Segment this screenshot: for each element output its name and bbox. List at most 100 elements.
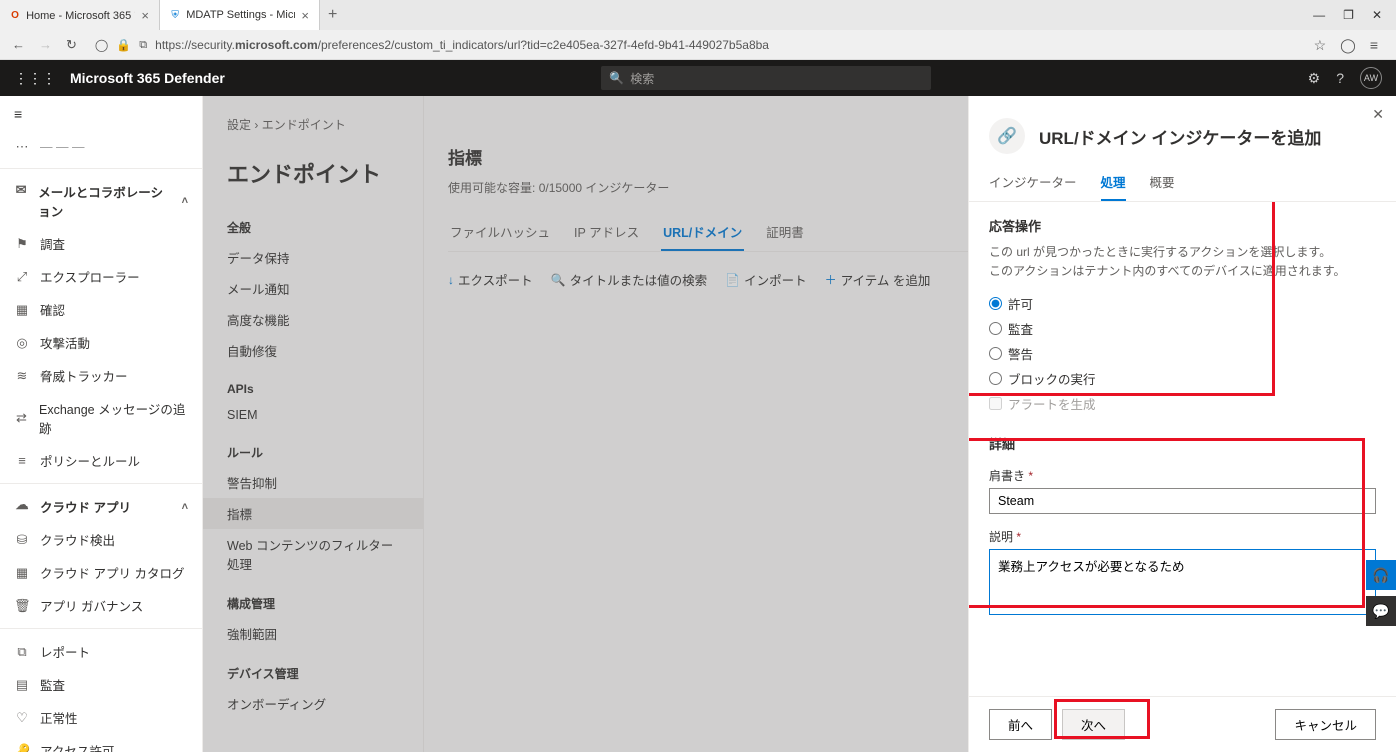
forward-icon[interactable]: → xyxy=(39,37,52,53)
nav-icon: ⛁ xyxy=(14,532,30,548)
close-icon[interactable]: × xyxy=(301,8,309,23)
flyout-tab-summary[interactable]: 概要 xyxy=(1150,164,1175,201)
new-tab-button[interactable]: + xyxy=(320,6,345,24)
flyout-tab-indicator[interactable]: インジケーター xyxy=(989,164,1077,201)
search-placeholder: 検索 xyxy=(630,70,654,87)
sidebar-item[interactable]: ▦確認 xyxy=(0,293,202,326)
window-controls: — ❐ ✕ xyxy=(1313,8,1396,22)
title-input[interactable] xyxy=(989,488,1376,514)
sidebar-section-email[interactable]: ✉メールとコラボレーション ˄ xyxy=(0,175,202,227)
nav-icon: ⤢ xyxy=(14,269,30,285)
cancel-button[interactable]: キャンセル xyxy=(1275,709,1376,740)
label-title-field: 肩書き * xyxy=(989,467,1376,484)
nav-icon: ♡ xyxy=(14,710,30,726)
nav-icon: ⇄ xyxy=(14,410,29,426)
sidebar-item[interactable]: 🔑アクセス許可 xyxy=(0,734,202,752)
maximize-icon[interactable]: ❐ xyxy=(1343,8,1354,22)
sidebar-item[interactable]: ▦クラウド アプリ カタログ xyxy=(0,556,202,589)
minimize-icon[interactable]: — xyxy=(1313,8,1325,22)
sidebar-item[interactable]: ♡正常性 xyxy=(0,701,202,734)
help-icon[interactable]: ? xyxy=(1336,70,1344,86)
sidebar-item[interactable]: ▤監査 xyxy=(0,668,202,701)
link-icon: 🔗 xyxy=(989,118,1025,154)
tab-title: Home - Microsoft 365 管理セン xyxy=(26,7,135,23)
nav-icon: ≡ xyxy=(14,453,30,468)
mail-icon: ✉ xyxy=(14,182,28,220)
feedback-widget-icon[interactable]: 💬 xyxy=(1366,596,1396,626)
sidebar: ≡ ⋯— — — ✉メールとコラボレーション ˄ ⚑調査⤢エクスプローラー▦確認… xyxy=(0,96,203,752)
menu-icon[interactable]: ≡ xyxy=(1370,37,1378,54)
sidebar-section-cloud[interactable]: ☁クラウド アプリ ˄ xyxy=(0,490,202,523)
side-widgets: 🎧 💬 xyxy=(1366,560,1396,632)
response-action-desc: この url が見つかったときに実行するアクションを選択します。 このアクション… xyxy=(989,243,1376,281)
sidebar-item[interactable]: ≡ポリシーとルール xyxy=(0,444,202,477)
avatar[interactable]: AW xyxy=(1360,67,1382,89)
radio-block[interactable]: ブロックの実行 xyxy=(989,366,1376,391)
address-bar: ← → ↻ ◯ 🔒 ⧉ https://security.microsoft.c… xyxy=(0,30,1396,60)
nav-icon: ≋ xyxy=(14,368,30,384)
nav-icon: 🗑 xyxy=(14,598,30,614)
radio-audit[interactable]: 監査 xyxy=(989,316,1376,341)
radio-allow[interactable]: 許可 xyxy=(989,291,1376,316)
sidebar-item[interactable]: ⤢エクスプローラー xyxy=(0,260,202,293)
chevron-up-icon: ˄ xyxy=(182,501,188,513)
nav-icon: ⚑ xyxy=(14,236,30,252)
nav-icon: ◎ xyxy=(14,335,30,351)
close-flyout-icon[interactable]: ✕ xyxy=(1372,106,1384,123)
cloud-icon: ☁ xyxy=(14,497,30,516)
add-indicator-flyout: ✕ 🔗 URL/ドメイン インジケーターを追加 インジケーター 処理 概要 応答… xyxy=(968,96,1396,752)
flyout-body: 応答操作 この url が見つかったときに実行するアクションを選択します。 この… xyxy=(969,202,1396,696)
app-launcher-icon[interactable]: ⋮⋮⋮ xyxy=(14,70,56,87)
search-icon: 🔍 xyxy=(609,71,624,85)
nav-icon: ▦ xyxy=(14,565,30,581)
browser-tabs: O Home - Microsoft 365 管理セン × ⛨ MDATP Se… xyxy=(0,0,1396,30)
sidebar-item[interactable]: 🗑アプリ ガバナンス xyxy=(0,589,202,622)
url-text: https://security.microsoft.com/preferenc… xyxy=(155,38,769,52)
details-title: 詳細 xyxy=(989,434,1376,453)
sidebar-item-truncated[interactable]: ⋯— — — xyxy=(0,132,202,162)
flyout-tabs: インジケーター 処理 概要 xyxy=(969,164,1396,202)
response-action-title: 応答操作 xyxy=(989,216,1376,235)
product-title: Microsoft 365 Defender xyxy=(70,70,225,86)
back-icon[interactable]: ← xyxy=(12,37,25,53)
shield-outline-icon: ◯ xyxy=(95,38,108,52)
sidebar-item[interactable]: ◎攻撃活動 xyxy=(0,326,202,359)
flyout-footer: 前へ 次へ キャンセル xyxy=(969,696,1396,752)
browser-tab-mdatp[interactable]: ⛨ MDATP Settings - Microsoft 36 × xyxy=(160,0,320,30)
flyout-tab-action[interactable]: 処理 xyxy=(1101,164,1126,201)
sidebar-item[interactable]: ⚑調査 xyxy=(0,227,202,260)
reload-icon[interactable]: ↻ xyxy=(66,37,77,53)
lock-icon: 🔒 xyxy=(116,38,131,52)
collapse-sidebar-icon[interactable]: ≡ xyxy=(0,96,202,132)
sidebar-item[interactable]: ⧉レポート xyxy=(0,635,202,668)
next-button[interactable]: 次へ xyxy=(1062,709,1125,740)
sidebar-item[interactable]: ≋脅威トラッカー xyxy=(0,359,202,392)
label-desc-field: 説明 * xyxy=(989,528,1376,545)
defender-header: ⋮⋮⋮ Microsoft 365 Defender 🔍 検索 ⚙ ? AW xyxy=(0,60,1396,96)
flyout-title: URL/ドメイン インジケーターを追加 xyxy=(1039,124,1321,149)
nav-icon: 🔑 xyxy=(14,743,30,752)
close-window-icon[interactable]: ✕ xyxy=(1372,8,1382,22)
bookmark-icon[interactable]: ☆ xyxy=(1314,37,1327,54)
nav-icon: ⧉ xyxy=(14,644,30,660)
chevron-up-icon: ˄ xyxy=(182,195,188,207)
description-input[interactable] xyxy=(989,549,1376,615)
browser-chrome: O Home - Microsoft 365 管理セン × ⛨ MDATP Se… xyxy=(0,0,1396,60)
settings-icon[interactable]: ⚙ xyxy=(1308,70,1321,87)
shield-icon: ⛨ xyxy=(170,8,180,22)
account-icon[interactable]: ◯ xyxy=(1340,37,1356,54)
radio-warn[interactable]: 警告 xyxy=(989,341,1376,366)
nav-icon: ▤ xyxy=(14,677,30,693)
browser-tab-home[interactable]: O Home - Microsoft 365 管理セン × xyxy=(0,0,160,30)
sidebar-item[interactable]: ⛁クラウド検出 xyxy=(0,523,202,556)
nav-icon: ▦ xyxy=(14,302,30,318)
headset-widget-icon[interactable]: 🎧 xyxy=(1366,560,1396,590)
tab-title: MDATP Settings - Microsoft 36 xyxy=(186,9,295,21)
sidebar-item[interactable]: ⇄Exchange メッセージの追跡 xyxy=(0,392,202,444)
global-search[interactable]: 🔍 検索 xyxy=(601,66,931,90)
prev-button[interactable]: 前へ xyxy=(989,709,1052,740)
office-icon: O xyxy=(10,8,20,22)
url-input[interactable]: ◯ 🔒 ⧉ https://security.microsoft.com/pre… xyxy=(87,38,1304,52)
checkbox-generate-alert: アラートを生成 xyxy=(989,391,1376,416)
close-icon[interactable]: × xyxy=(141,8,149,23)
